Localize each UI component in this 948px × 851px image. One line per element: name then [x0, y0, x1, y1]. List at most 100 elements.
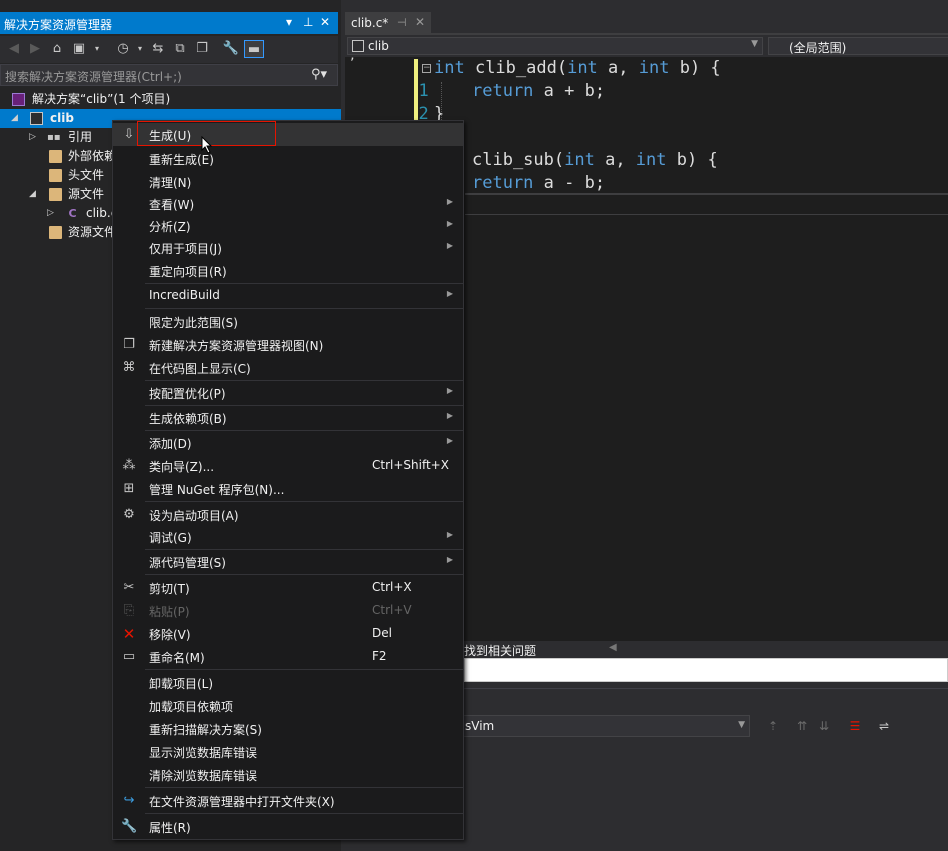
tab-clib-c[interactable]: clib.c* ⊣ ✕: [345, 12, 431, 34]
menu-item-show-on-code-map[interactable]: ⌘ 在代码图上显示(C): [113, 356, 463, 379]
menu-item-label: 重新扫描解决方案(S): [149, 723, 262, 737]
keyword-int: int: [434, 58, 465, 78]
pending-changes-icon[interactable]: ◷: [114, 40, 132, 58]
pin-icon[interactable]: ⊣: [397, 16, 407, 29]
search-input[interactable]: 搜索解决方案资源管理器(Ctrl+;): [5, 68, 182, 85]
menu-separator: [145, 813, 463, 814]
menu-item-add[interactable]: 添加(D) ▶: [113, 431, 463, 454]
menu-item-label: 剪切(T): [149, 582, 190, 596]
preview-selected-icon[interactable]: ▬: [244, 40, 264, 58]
menu-item-source-control[interactable]: 源代码管理(S) ▶: [113, 550, 463, 573]
menu-item-cut[interactable]: ✂ 剪切(T) Ctrl+X: [113, 576, 463, 599]
menu-item-load-deps[interactable]: 加载项目依赖项: [113, 694, 463, 717]
menu-item-properties[interactable]: 🔧 属性(R): [113, 815, 463, 838]
keyword-int: int: [638, 58, 670, 78]
menu-item-shortcut: Ctrl+X: [372, 580, 412, 594]
next-message-icon[interactable]: ⇊: [815, 717, 833, 735]
menu-item-label: 卸载项目(L): [149, 677, 214, 691]
show-all-files-icon[interactable]: ❐: [193, 40, 211, 58]
menu-item-shortcut: Ctrl+V: [372, 603, 412, 617]
menu-item-debug[interactable]: 调试(G) ▶: [113, 525, 463, 548]
menu-item-unload[interactable]: 卸载项目(L): [113, 671, 463, 694]
menu-separator: [145, 574, 463, 575]
chevron-down-icon: ▼: [751, 39, 758, 49]
scope-dropdown[interactable]: (全局范围): [768, 37, 948, 55]
menu-item-new-view[interactable]: ❐ 新建解决方案资源管理器视图(N): [113, 333, 463, 356]
menu-item-rename[interactable]: ▭ 重命名(M) F2: [113, 645, 463, 668]
scroll-left-icon[interactable]: ◀: [609, 642, 617, 653]
collapsed-arrow-icon[interactable]: ▷: [29, 128, 36, 147]
editor-tab-strip: [341, 12, 948, 34]
properties-wrench-icon[interactable]: 🔧: [222, 40, 240, 58]
output-source-value: sVim: [465, 719, 495, 733]
tree-item-solution[interactable]: 解决方案“clib”(1 个项目): [0, 90, 341, 109]
menu-item-label: 分析(Z): [149, 220, 191, 234]
output-source-dropdown[interactable]: sVim ▼: [458, 715, 750, 737]
close-icon[interactable]: ✕: [415, 15, 425, 29]
back-icon[interactable]: ◀: [5, 40, 23, 58]
tree-item-label: 头文件: [68, 168, 105, 182]
close-icon[interactable]: ✕: [320, 15, 330, 29]
submenu-arrow-icon: ▶: [446, 386, 453, 395]
solution-explorer-search[interactable]: 搜索解决方案资源管理器(Ctrl+;) ⚲▾: [0, 64, 338, 86]
open-folder-icon: ↪: [123, 793, 135, 808]
menu-item-paste[interactable]: ⎘ 粘贴(P) Ctrl+V: [113, 599, 463, 622]
dropdown-arrow-icon[interactable]: ▾: [286, 15, 292, 29]
menu-item-label: 重命名(M): [149, 651, 205, 665]
menu-item-label: 按配置优化(P): [149, 387, 226, 401]
menu-item-project-only[interactable]: 仅用于项目(J) ▶: [113, 236, 463, 259]
menu-item-incredibuild[interactable]: IncrediBuild ▶: [113, 284, 463, 307]
clear-all-icon[interactable]: ☰: [846, 717, 864, 735]
forward-icon[interactable]: ▶: [26, 40, 44, 58]
menu-item-rescan[interactable]: 重新扫描解决方案(S): [113, 717, 463, 740]
remove-icon: ✕: [122, 625, 136, 643]
menu-item-nuget[interactable]: ⊞ 管理 NuGet 程序包(N)...: [113, 477, 463, 500]
expanded-arrow-icon[interactable]: ◢: [29, 185, 36, 204]
menu-item-retarget[interactable]: 重定向项目(R): [113, 259, 463, 282]
menu-item-set-startup[interactable]: ⚙ 设为启动项目(A): [113, 503, 463, 526]
sync-icon[interactable]: ⇆: [149, 40, 167, 58]
menu-item-rebuild[interactable]: 重新生成(E): [113, 147, 463, 170]
find-message-icon[interactable]: ⇡: [764, 717, 782, 735]
menu-item-label: 移除(V): [149, 628, 191, 642]
menu-item-show-db-errors[interactable]: 显示浏览数据库错误: [113, 740, 463, 763]
menu-item-clean[interactable]: 清理(N): [113, 170, 463, 193]
menu-item-pgo[interactable]: 按配置优化(P) ▶: [113, 381, 463, 404]
function-name: clib_sub(: [472, 150, 565, 170]
menu-item-label: 查看(W): [149, 198, 195, 212]
chevron-down-icon[interactable]: ▾: [88, 40, 106, 58]
keyword-return: return: [472, 173, 534, 193]
project-dropdown[interactable]: clib ▼: [347, 37, 763, 55]
menu-item-open-in-explorer[interactable]: ↪ 在文件资源管理器中打开文件夹(X): [113, 789, 463, 812]
command-input[interactable]: [464, 658, 948, 682]
collapsed-arrow-icon[interactable]: ▷: [47, 204, 54, 223]
submenu-arrow-icon: ▶: [446, 555, 453, 564]
word-wrap-icon[interactable]: ⇌: [875, 717, 893, 735]
expanded-arrow-icon[interactable]: ◢: [11, 109, 18, 128]
search-icon[interactable]: ⚲▾: [311, 67, 327, 82]
folder-icon: [49, 150, 62, 163]
menu-item-scope-to-this[interactable]: 限定为此范围(S): [113, 310, 463, 333]
editor-divider: [465, 214, 948, 215]
editor-navigation-bar: clib ▼ (全局范围): [345, 35, 948, 57]
collapse-all-icon[interactable]: ⧉: [171, 40, 189, 58]
menu-item-clear-db-errors[interactable]: 清除浏览数据库错误: [113, 763, 463, 786]
menu-item-view[interactable]: 查看(W) ▶: [113, 192, 463, 215]
menu-item-shortcut: Del: [372, 626, 392, 640]
class-wizard-icon: ⁂: [122, 458, 136, 473]
home-icon[interactable]: ⌂: [48, 40, 66, 58]
menu-item-build-dependencies[interactable]: 生成依赖项(B) ▶: [113, 406, 463, 429]
chevron-down-icon[interactable]: ▾: [131, 40, 149, 58]
tree-item-label: 源文件: [68, 187, 105, 201]
menu-item-remove[interactable]: ✕ 移除(V) Del: [113, 622, 463, 645]
menu-item-class-wizard[interactable]: ⁂ 类向导(Z)... Ctrl+Shift+X: [113, 454, 463, 477]
tree-item-label: 外部依赖: [68, 149, 117, 163]
mouse-cursor-icon: [201, 136, 213, 154]
folder-icon: [49, 169, 62, 182]
submenu-arrow-icon: ▶: [446, 241, 453, 250]
pin-icon[interactable]: ⊥: [303, 15, 313, 29]
problems-text: 找到相关问题: [464, 644, 537, 658]
menu-item-analyze[interactable]: 分析(Z) ▶: [113, 214, 463, 237]
switch-views-icon[interactable]: ▣: [70, 40, 88, 58]
previous-message-icon[interactable]: ⇈: [793, 717, 811, 735]
